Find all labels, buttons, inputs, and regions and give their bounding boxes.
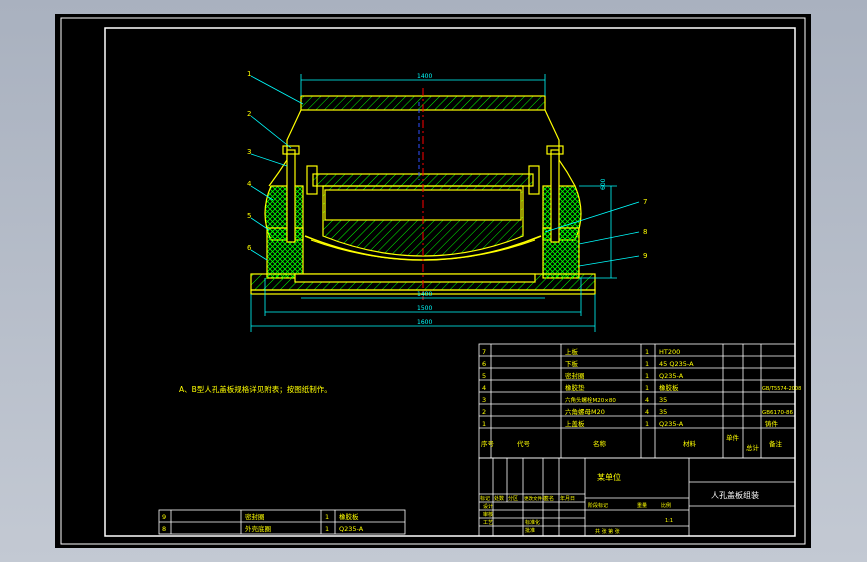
left-lower-block — [266, 227, 304, 279]
bom-row-1-note: 铸件 — [765, 419, 779, 428]
bom-row-4-name: 橡胶垫 — [565, 383, 585, 392]
title-label-zone: 分区 — [508, 495, 518, 502]
bom-row-3-no: 3 — [482, 396, 486, 404]
dim-base-inner: 1500 — [417, 305, 432, 312]
lower-row-8-qty: 1 — [325, 525, 329, 533]
callout-6: 6 — [247, 244, 252, 252]
bom-row-2-qty: 4 — [645, 408, 649, 416]
base-inner — [294, 273, 536, 283]
bom-row-7-qty: 1 — [645, 348, 649, 356]
bom-row-6-no: 6 — [482, 360, 486, 368]
cad-drawing: 1400 1400 1500 1600 600 1 2 3 4 5 6 7 8 … — [60, 17, 806, 545]
bom-row-1-material: Q235-A — [659, 420, 684, 428]
bom-header-material: 材料 — [683, 439, 697, 448]
lower-table — [158, 509, 406, 535]
bom-row-2-material: 35 — [659, 408, 667, 416]
title-scale: 1:1 — [665, 518, 673, 524]
bom-row-1-no: 1 — [482, 420, 486, 428]
dim-bottom-width-inner: 1400 — [417, 291, 432, 298]
lower-row-9-material: 橡胶板 — [339, 512, 359, 521]
bom-row-2-note: GB6170-86 — [762, 410, 794, 416]
callout-5: 5 — [247, 212, 251, 220]
bom-row-4-qty: 1 — [645, 384, 649, 392]
bom-header-weight: 单件 — [726, 433, 740, 442]
bom-row-6-name: 下板 — [565, 359, 579, 368]
title-role-approve: 批准 — [525, 527, 535, 534]
bom-row-1-qty: 1 — [645, 420, 649, 428]
lower-row-9-qty: 1 — [325, 513, 329, 521]
title-role-design: 设计 — [483, 503, 493, 510]
title-role-standard: 标准化 — [525, 519, 540, 526]
bom-header-note: 备注 — [769, 439, 783, 448]
callout-1: 1 — [247, 70, 251, 78]
bom-row-7-no: 7 — [482, 348, 486, 356]
title-label-sign: 签名 — [544, 495, 554, 502]
bom-row-5-material: Q235-A — [659, 372, 684, 380]
callout-9: 9 — [643, 252, 647, 260]
title-drawing: 人孔盖板组装 — [711, 490, 759, 500]
bom-header-name: 名称 — [593, 439, 607, 448]
bom-row-6-material: 45 Q235-A — [659, 360, 694, 368]
housing-left-wall — [268, 109, 302, 187]
bom-row-2-no: 2 — [482, 408, 486, 416]
callout-8: 8 — [643, 228, 647, 236]
bom-row-7-material: HT200 — [659, 348, 680, 356]
lower-row-9-name: 密封圈 — [245, 512, 265, 521]
title-role-review: 审核 — [483, 511, 493, 518]
dim-base-outer: 1600 — [417, 319, 432, 326]
dim-height: 600 — [600, 178, 607, 190]
callout-4: 4 — [247, 180, 252, 188]
lower-row-8-material: Q235-A — [339, 525, 364, 533]
bom-row-3-material: 35 — [659, 396, 667, 404]
callout-7: 7 — [643, 198, 647, 206]
title-company: 某单位 — [597, 472, 621, 482]
title-block-text: 某单位 人孔盖板组装 标记 处数 分区 更改文件号 签名 年月日 设计 审核 工… — [480, 472, 759, 535]
title-label-count: 处数 — [494, 495, 504, 502]
callout-2: 2 — [247, 110, 251, 118]
lower-row-8-name: 外壳底圈 — [245, 524, 271, 533]
bom-header-no: 序号 — [481, 439, 495, 448]
lower-row-8-no: 8 — [162, 525, 166, 533]
title-label-date: 年月日 — [560, 495, 575, 502]
title-ratio: 比例 — [661, 502, 671, 509]
bom-header-total: 总计 — [746, 443, 760, 452]
left-bolt — [286, 149, 296, 243]
bom-row-6-qty: 1 — [645, 360, 649, 368]
bom-row-3-qty: 4 — [645, 396, 649, 404]
dim-top-width: 1400 — [417, 73, 432, 80]
bom-row-7-name: 上板 — [565, 347, 579, 356]
lower-table-text: 9 密封圈 1 橡胶板 8 外壳底圈 1 Q235-A — [162, 512, 364, 533]
bom-row-5-no: 5 — [482, 372, 486, 380]
bom-row-4-note: GB/T5574-2008 — [762, 386, 801, 392]
lower-row-9-no: 9 — [162, 513, 166, 521]
title-label-mark: 标记 — [480, 495, 490, 502]
title-sheet: 共 张 第 张 — [595, 528, 620, 535]
housing-right-wall — [544, 109, 576, 187]
title-role-process: 工艺 — [483, 520, 493, 526]
bom-row-5-qty: 1 — [645, 372, 649, 380]
bom-row-1-name: 上盖板 — [565, 419, 585, 428]
bom-header-code: 代号 — [517, 439, 531, 448]
bom-row-4-no: 4 — [482, 384, 486, 392]
callout-3: 3 — [247, 148, 251, 156]
right-lower-block — [542, 227, 580, 279]
bom-row-5-name: 密封圈 — [565, 371, 585, 380]
drawing-note: A、B型人孔盖板规格详见附表；按图纸制作。 — [179, 384, 332, 394]
cad-viewport[interactable]: 1400 1400 1500 1600 600 1 2 3 4 5 6 7 8 … — [55, 14, 811, 548]
bom-row-4-material: 橡胶板 — [659, 383, 679, 392]
title-stage: 阶段标记 — [588, 502, 608, 509]
title-weight: 重量 — [637, 502, 647, 509]
bom-row-2-name: 六角螺母M20 — [565, 407, 605, 416]
bom-row-3-name: 六角头螺栓M20×80 — [565, 396, 616, 404]
